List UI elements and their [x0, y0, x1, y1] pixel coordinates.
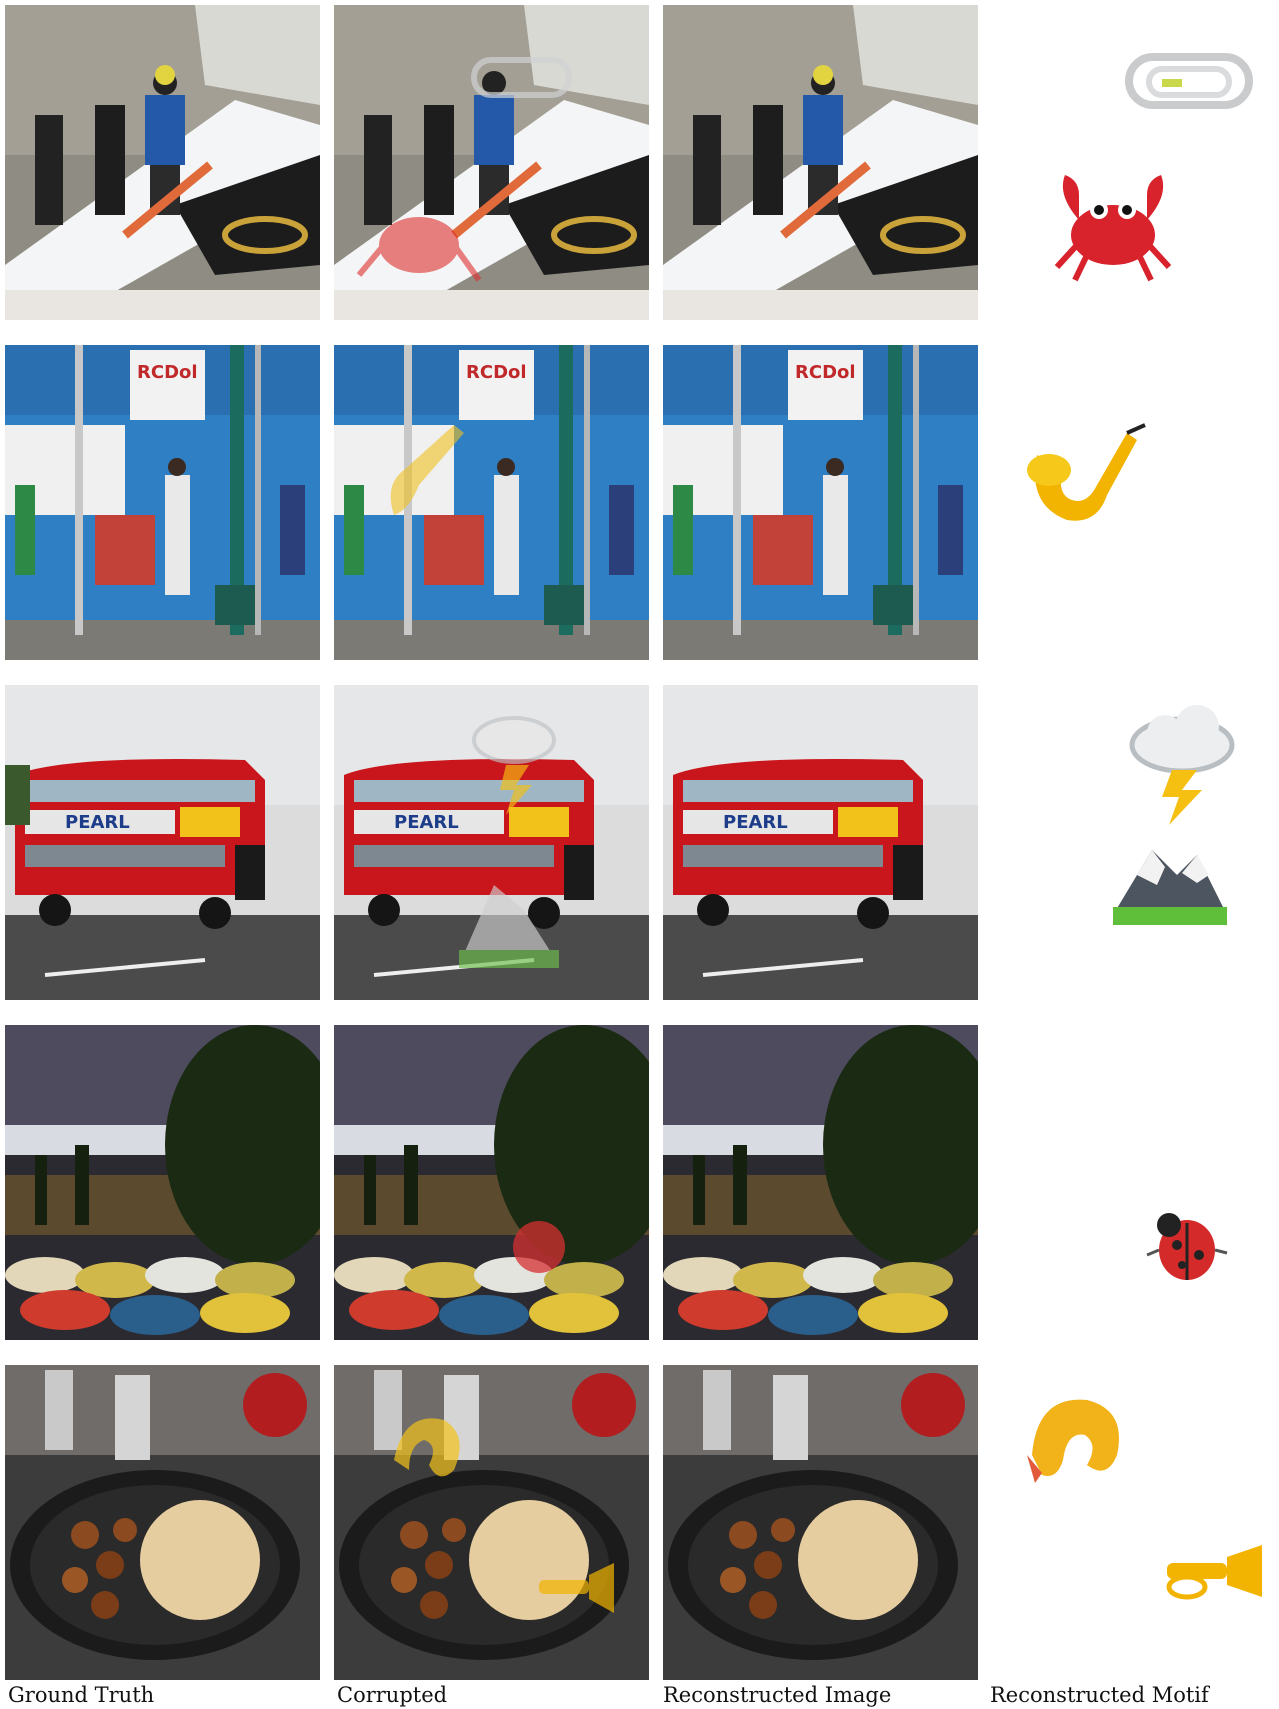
- reconstructed-motif: [987, 5, 1279, 320]
- reconstructed-image: [663, 5, 978, 320]
- svg-text:RCDol: RCDol: [466, 362, 527, 383]
- row-umbrellas: [0, 1025, 1279, 1340]
- storm-cloud-icon: [1129, 705, 1235, 825]
- ground-truth-image: [5, 1365, 320, 1680]
- column-label-ground-truth: Ground Truth: [8, 1683, 155, 1707]
- column-label-reconstructed-image: Reconstructed Image: [663, 1683, 892, 1707]
- ground-truth-image: PEARL: [5, 685, 320, 1000]
- reconstructed-image: [663, 1025, 978, 1340]
- corrupted-image: [334, 5, 649, 320]
- crab-icon: [1054, 175, 1172, 282]
- column-label-corrupted: Corrupted: [337, 1683, 448, 1707]
- svg-text:PEARL: PEARL: [65, 812, 130, 833]
- saxophone-icon: [1027, 423, 1146, 521]
- paperclip-icon: [1125, 53, 1253, 109]
- corrupted-image: PEARL: [334, 685, 649, 1000]
- shrimp-icon: [1027, 1399, 1119, 1483]
- reconstructed-image: RCDol: [663, 345, 978, 660]
- column-label-reconstructed-motif: Reconstructed Motif: [990, 1683, 1209, 1707]
- ground-truth-image: RCDol: [5, 345, 320, 660]
- svg-text:PEARL: PEARL: [394, 812, 459, 833]
- reconstructed-image: PEARL: [663, 685, 978, 1000]
- row-skillet: [0, 1365, 1279, 1680]
- reconstructed-motif: [987, 1365, 1279, 1680]
- reconstructed-motif: [987, 345, 1279, 660]
- mountain-icon: [1113, 850, 1227, 925]
- corrupted-image: RCDol: [334, 345, 649, 660]
- reconstructed-motif: [987, 1025, 1279, 1340]
- svg-text:RCDol: RCDol: [137, 362, 198, 383]
- reconstructed-motif: [987, 685, 1279, 1000]
- svg-text:PEARL: PEARL: [723, 812, 788, 833]
- reconstructed-image: [663, 1365, 978, 1680]
- corrupted-image: [334, 1025, 649, 1340]
- row-street: RCDol RCDol RCDol: [0, 345, 1279, 660]
- row-bus: PEARL PEARL PEARL: [0, 685, 1279, 1000]
- corrupted-image: [334, 1365, 649, 1680]
- ground-truth-image: [5, 5, 320, 320]
- trumpet-icon: [1166, 1545, 1262, 1600]
- ladybug-icon: [1146, 1213, 1228, 1280]
- svg-text:RCDol: RCDol: [795, 362, 856, 383]
- figure-grid: RCDol RCDol RCDol PEARL PEARL PEARL Grou…: [0, 0, 1279, 1709]
- row-snowboarder: [0, 5, 1279, 320]
- ground-truth-image: [5, 1025, 320, 1340]
